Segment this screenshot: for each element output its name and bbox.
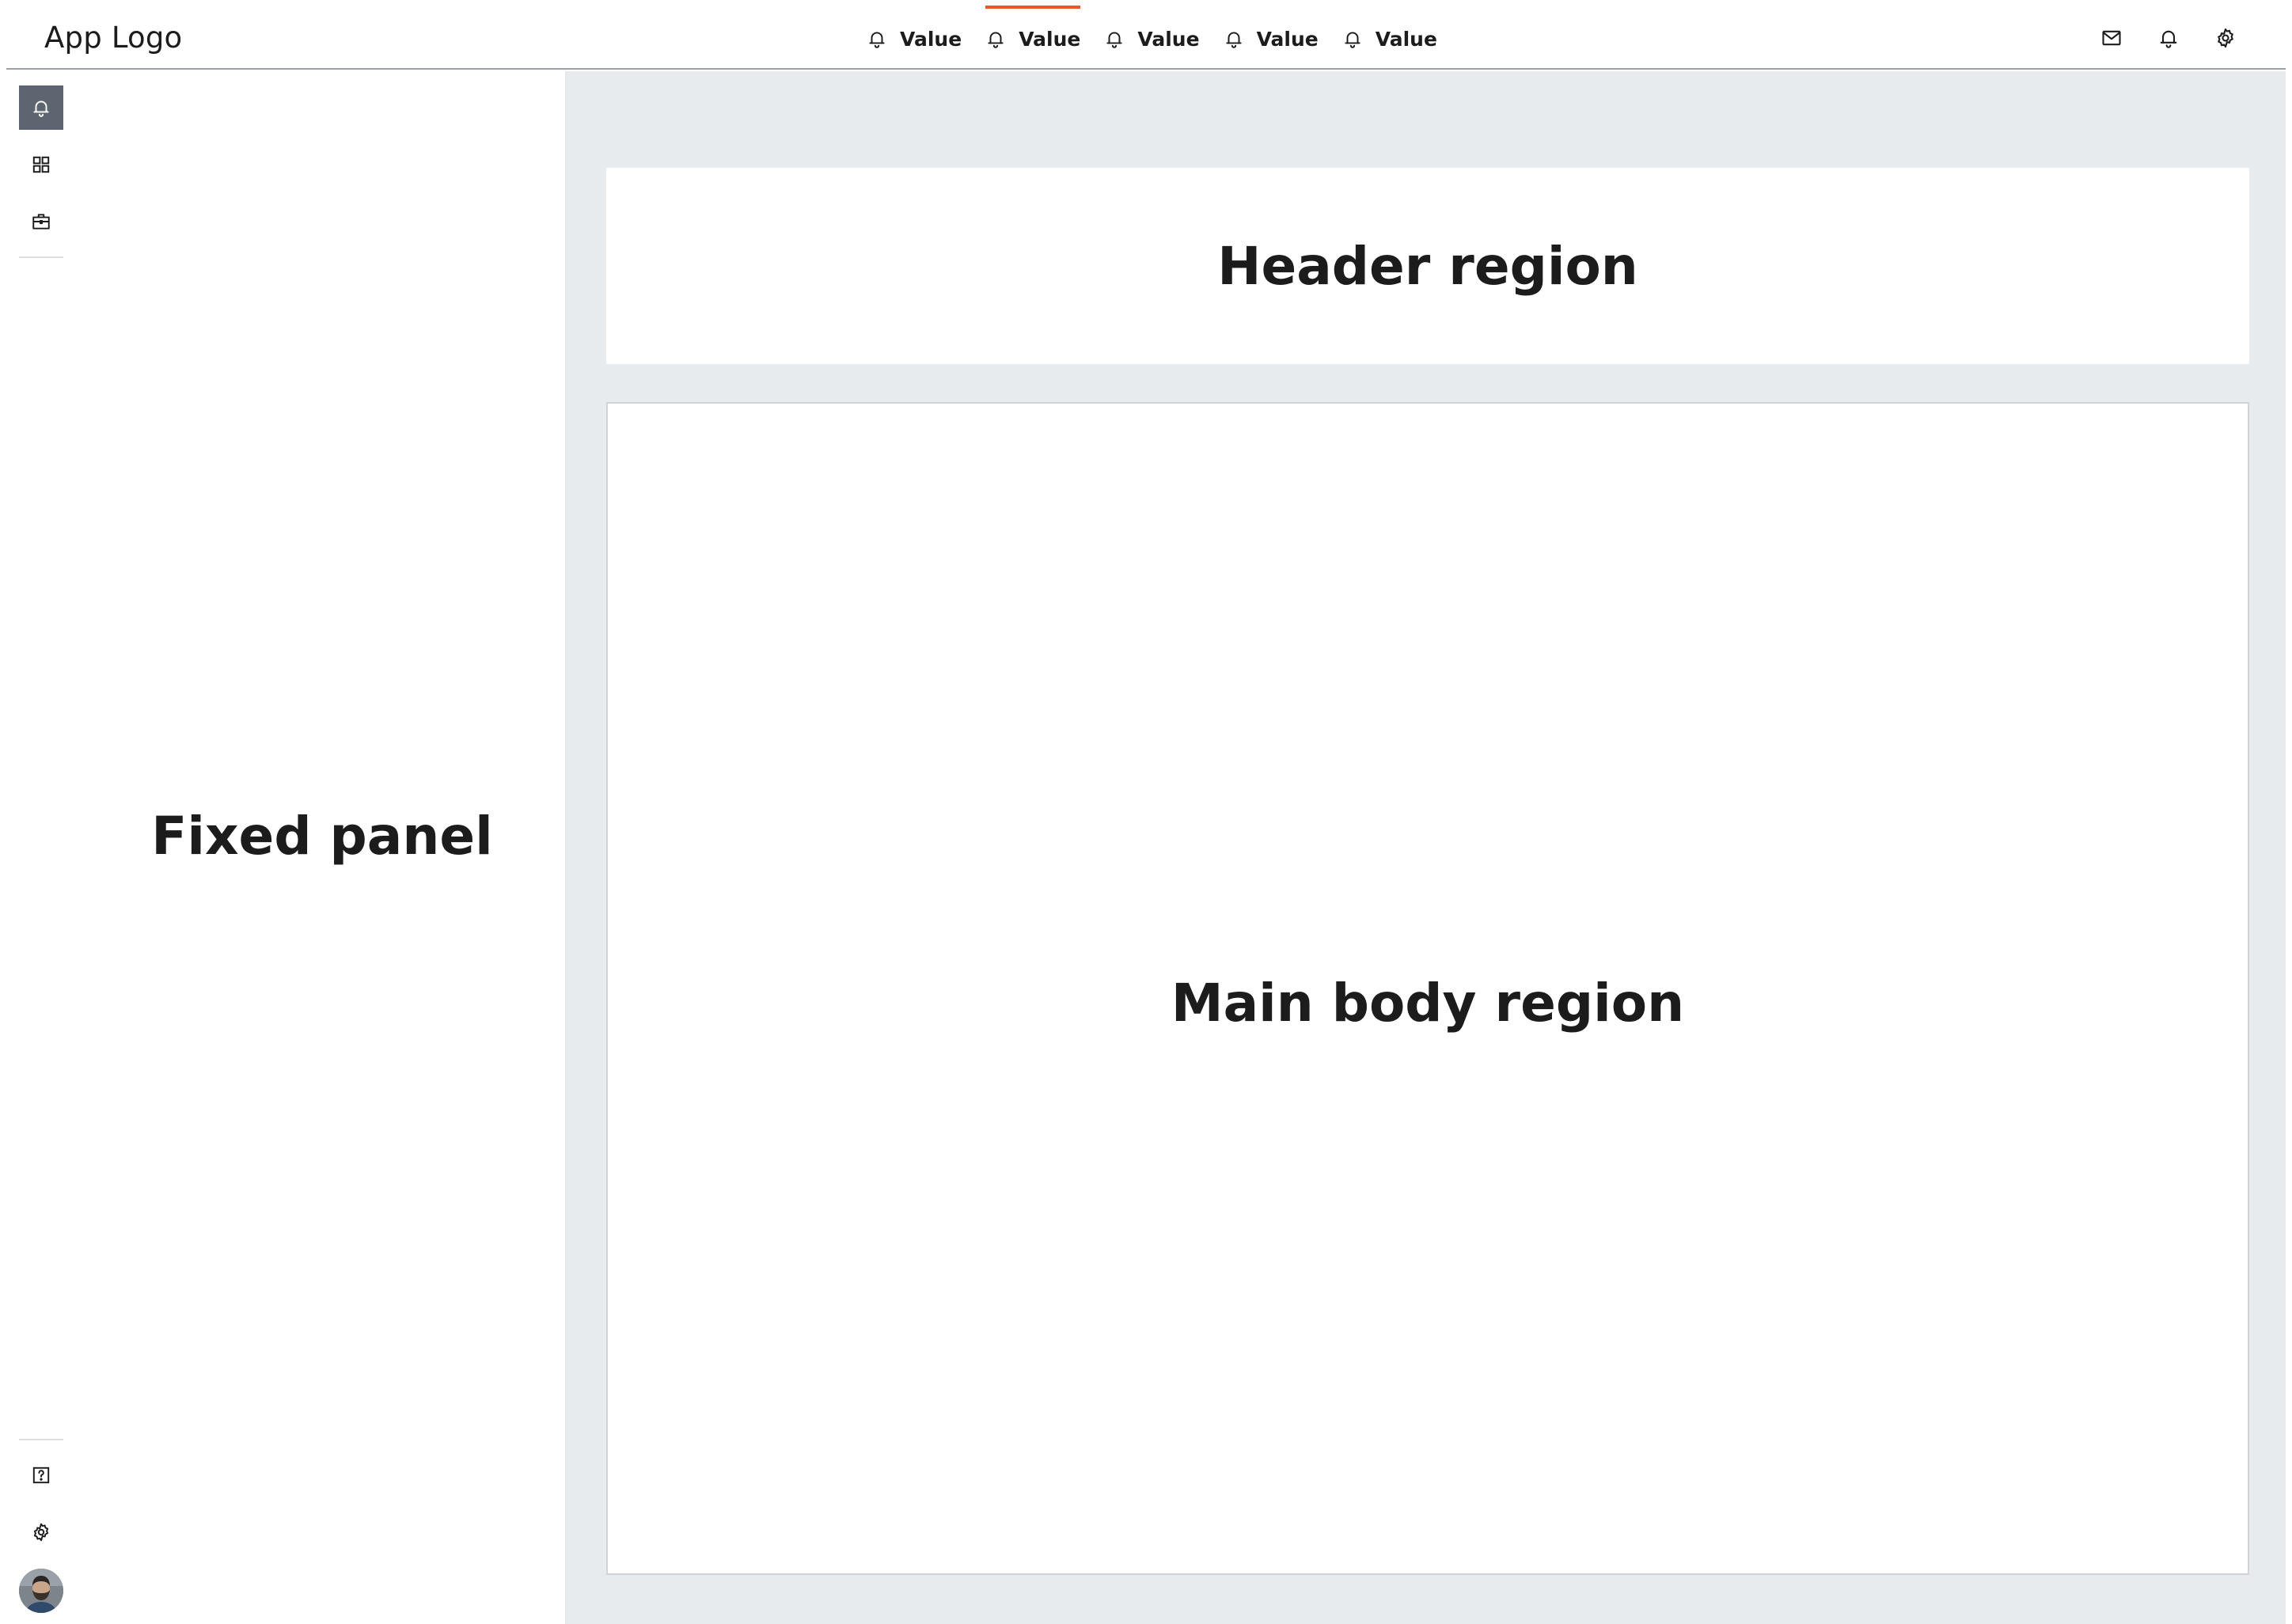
bell-icon xyxy=(1342,27,1366,51)
gear-icon xyxy=(2214,27,2237,49)
top-actions xyxy=(2070,0,2241,76)
mail-button[interactable] xyxy=(2096,22,2127,54)
left-rail xyxy=(6,71,79,1624)
top-tab-label: Value xyxy=(1256,27,1319,51)
top-tab-5[interactable]: Value xyxy=(1342,0,1437,78)
help-icon xyxy=(31,1465,51,1486)
main-body-region-title: Main body region xyxy=(1171,972,1685,1034)
header-region-title: Header region xyxy=(1217,235,1638,297)
main-body-region: Main body region xyxy=(606,402,2249,1575)
top-tab-2[interactable]: Value xyxy=(985,0,1081,78)
rail-item-work[interactable] xyxy=(19,199,63,244)
notifications-button[interactable] xyxy=(2153,22,2184,54)
app-logo[interactable]: App Logo xyxy=(44,0,182,76)
rail-divider-top xyxy=(19,256,63,258)
top-tab-3[interactable]: Value xyxy=(1104,0,1200,78)
gear-icon xyxy=(31,1522,51,1542)
top-tab-label: Value xyxy=(900,27,962,51)
top-tab-label: Value xyxy=(1137,27,1200,51)
content-area: Header region Main body region xyxy=(567,71,2286,1624)
rail-divider-bottom xyxy=(19,1439,63,1440)
mail-icon xyxy=(2100,27,2123,49)
user-avatar[interactable] xyxy=(19,1569,63,1613)
top-tab-4[interactable]: Value xyxy=(1224,0,1319,78)
settings-button[interactable] xyxy=(2210,22,2241,54)
top-tab-1[interactable]: Value xyxy=(867,0,962,78)
rail-item-dashboard[interactable] xyxy=(19,142,63,187)
rail-item-settings[interactable] xyxy=(19,1510,63,1554)
grid-icon xyxy=(31,154,51,175)
top-tabs: Value Value Value Value Value xyxy=(867,0,1461,70)
rail-item-notifications[interactable] xyxy=(19,85,63,130)
bell-icon xyxy=(2157,27,2180,49)
rail-item-help[interactable] xyxy=(19,1453,63,1497)
bell-icon xyxy=(31,97,51,118)
bell-icon xyxy=(867,27,890,51)
top-tab-label: Value xyxy=(1019,27,1081,51)
top-bar: App Logo Value Value Value Value Value xyxy=(6,0,2286,70)
header-region: Header region xyxy=(606,168,2249,364)
top-tab-label: Value xyxy=(1375,27,1437,51)
fixed-panel: Fixed panel xyxy=(79,71,567,1624)
bell-icon xyxy=(985,27,1009,51)
bell-icon xyxy=(1224,27,1247,51)
briefcase-icon xyxy=(31,211,51,232)
bell-icon xyxy=(1104,27,1128,51)
fixed-panel-title: Fixed panel xyxy=(151,806,493,867)
